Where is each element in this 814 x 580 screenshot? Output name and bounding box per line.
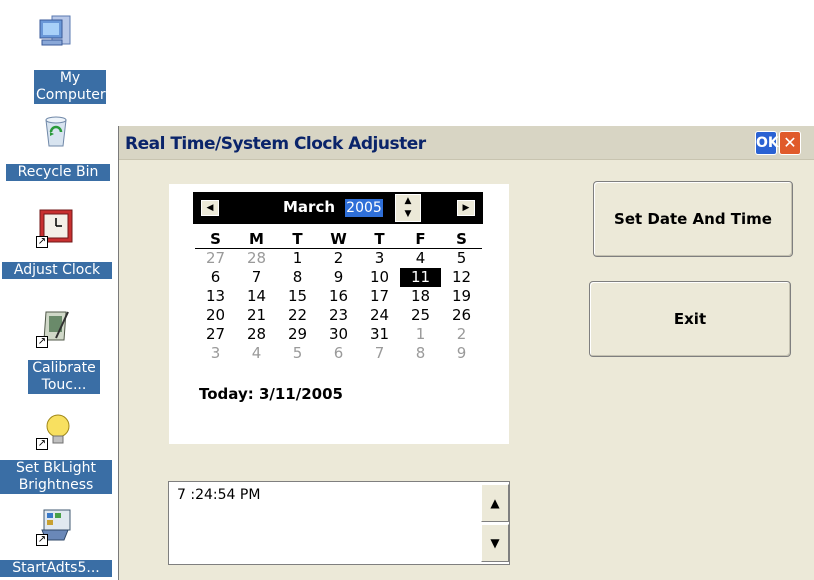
calendar-day[interactable]: 10 bbox=[359, 268, 400, 287]
calendar-day[interactable]: 5 bbox=[277, 344, 318, 363]
calendar-day[interactable]: 15 bbox=[277, 287, 318, 306]
calendar-day[interactable]: 9 bbox=[318, 268, 359, 287]
recycle-bin-icon bbox=[45, 116, 67, 147]
set-date-time-button[interactable]: Set Date And Time bbox=[593, 181, 793, 257]
calendar-day[interactable]: 1 bbox=[277, 249, 318, 268]
desktop-icon-adjust-clock[interactable]: ↗ Adjust Clock bbox=[0, 206, 112, 286]
calendar-day[interactable]: 2 bbox=[318, 249, 359, 268]
time-listbox[interactable]: 7 :24:54 PM ▲ ▼ bbox=[168, 481, 510, 565]
scroll-up-button[interactable]: ▲ bbox=[481, 484, 509, 522]
spin-up-icon[interactable]: ▲ bbox=[396, 195, 420, 208]
calendar-day[interactable]: 2 bbox=[441, 325, 482, 344]
desktop-icon-startadts[interactable]: ↗ StartAdts5... bbox=[0, 508, 112, 580]
calendar-day[interactable]: 9 bbox=[441, 344, 482, 363]
calendar-day[interactable]: 27 bbox=[195, 325, 236, 344]
desktop-icon-recycle-bin[interactable]: Recycle Bin bbox=[0, 110, 112, 190]
weekday-header: M bbox=[236, 230, 277, 249]
month-calendar: ◀ March 2005 ▲ ▼ ▶ S M T W T F S 27 28 1 2 3 4 5 6 7 8 9 1… bbox=[169, 184, 509, 444]
weekday-header: T bbox=[277, 230, 318, 249]
weekday-header: F bbox=[400, 230, 441, 249]
calendar-day[interactable]: 19 bbox=[441, 287, 482, 306]
calendar-day[interactable]: 6 bbox=[318, 344, 359, 363]
calendar-day[interactable]: 1 bbox=[400, 325, 441, 344]
calendar-grid: S M T W T F S 27 28 1 2 3 4 5 6 7 8 9 10 11 12 13 14 15 16 17 18 19… bbox=[195, 230, 485, 363]
shortcut-arrow-icon: ↗ bbox=[36, 438, 48, 450]
title-bar: Real Time/System Clock Adjuster OK ✕ bbox=[119, 126, 814, 160]
window-title: Real Time/System Clock Adjuster bbox=[125, 134, 426, 154]
close-button[interactable]: ✕ bbox=[779, 131, 801, 155]
next-month-button[interactable]: ▶ bbox=[457, 200, 475, 216]
calendar-day[interactable]: 29 bbox=[277, 325, 318, 344]
ok-button[interactable]: OK bbox=[755, 131, 779, 155]
desktop-icon-label: My Computer bbox=[34, 70, 106, 104]
month-label[interactable]: March bbox=[283, 198, 335, 216]
year-spinner[interactable]: ▲ ▼ bbox=[395, 194, 421, 222]
calendar-day[interactable]: 31 bbox=[359, 325, 400, 344]
calendar-day[interactable]: 3 bbox=[195, 344, 236, 363]
desktop-icon-label: Recycle Bin bbox=[6, 164, 110, 181]
calendar-day[interactable]: 8 bbox=[277, 268, 318, 287]
desktop-icon-label: Calibrate Touc... bbox=[28, 360, 100, 394]
weekday-header: S bbox=[441, 230, 482, 249]
shortcut-arrow-icon: ↗ bbox=[36, 336, 48, 348]
shortcut-arrow-icon: ↗ bbox=[36, 236, 48, 248]
calendar-day[interactable]: 16 bbox=[318, 287, 359, 306]
desktop-icon-label: Adjust Clock bbox=[2, 262, 112, 279]
calendar-day[interactable]: 21 bbox=[236, 306, 277, 325]
calendar-day[interactable]: 27 bbox=[195, 249, 236, 268]
weekday-header: T bbox=[359, 230, 400, 249]
calendar-day[interactable]: 4 bbox=[236, 344, 277, 363]
calendar-day[interactable]: 17 bbox=[359, 287, 400, 306]
calendar-day[interactable]: 4 bbox=[400, 249, 441, 268]
calendar-day-selected[interactable]: 11 bbox=[400, 268, 441, 287]
calendar-day[interactable]: 5 bbox=[441, 249, 482, 268]
calendar-day[interactable]: 3 bbox=[359, 249, 400, 268]
calendar-day[interactable]: 28 bbox=[236, 249, 277, 268]
calendar-day[interactable]: 24 bbox=[359, 306, 400, 325]
calendar-day[interactable]: 8 bbox=[400, 344, 441, 363]
calendar-day[interactable]: 13 bbox=[195, 287, 236, 306]
calendar-day[interactable]: 30 bbox=[318, 325, 359, 344]
calendar-day[interactable]: 18 bbox=[400, 287, 441, 306]
calendar-day[interactable]: 6 bbox=[195, 268, 236, 287]
scroll-down-button[interactable]: ▼ bbox=[481, 524, 509, 562]
calendar-day[interactable]: 28 bbox=[236, 325, 277, 344]
calendar-day[interactable]: 25 bbox=[400, 306, 441, 325]
calendar-day[interactable]: 26 bbox=[441, 306, 482, 325]
shortcut-arrow-icon: ↗ bbox=[36, 534, 48, 546]
calendar-day[interactable]: 14 bbox=[236, 287, 277, 306]
calendar-day[interactable]: 23 bbox=[318, 306, 359, 325]
desktop-icon-backlight[interactable]: ↗ Set BkLight Brightness bbox=[0, 412, 112, 508]
prev-month-button[interactable]: ◀ bbox=[201, 200, 219, 216]
exit-button[interactable]: Exit bbox=[589, 281, 791, 357]
year-field[interactable]: 2005 bbox=[345, 199, 383, 217]
calendar-day[interactable]: 22 bbox=[277, 306, 318, 325]
weekday-header: W bbox=[318, 230, 359, 249]
calendar-day[interactable]: 7 bbox=[359, 344, 400, 363]
desktop-icon-label: StartAdts5... bbox=[0, 560, 112, 577]
calendar-day[interactable]: 7 bbox=[236, 268, 277, 287]
today-label[interactable]: Today: 3/11/2005 bbox=[199, 385, 343, 403]
calendar-day[interactable]: 12 bbox=[441, 268, 482, 287]
desktop-icon-label: Set BkLight Brightness bbox=[0, 460, 112, 494]
spin-down-icon[interactable]: ▼ bbox=[396, 208, 420, 221]
computer-icon bbox=[39, 15, 71, 46]
desktop-icon-calibrate[interactable]: ↗ Calibrate Touc... bbox=[0, 306, 112, 402]
calendar-day[interactable]: 20 bbox=[195, 306, 236, 325]
desktop-icon-my-computer[interactable]: My Computer bbox=[0, 8, 112, 108]
calendar-header: ◀ March 2005 ▲ ▼ ▶ bbox=[193, 192, 483, 224]
weekday-header: S bbox=[195, 230, 236, 249]
time-value: 7 :24:54 PM bbox=[177, 487, 261, 503]
clock-adjuster-window: Real Time/System Clock Adjuster OK ✕ ◀ M… bbox=[118, 126, 814, 580]
